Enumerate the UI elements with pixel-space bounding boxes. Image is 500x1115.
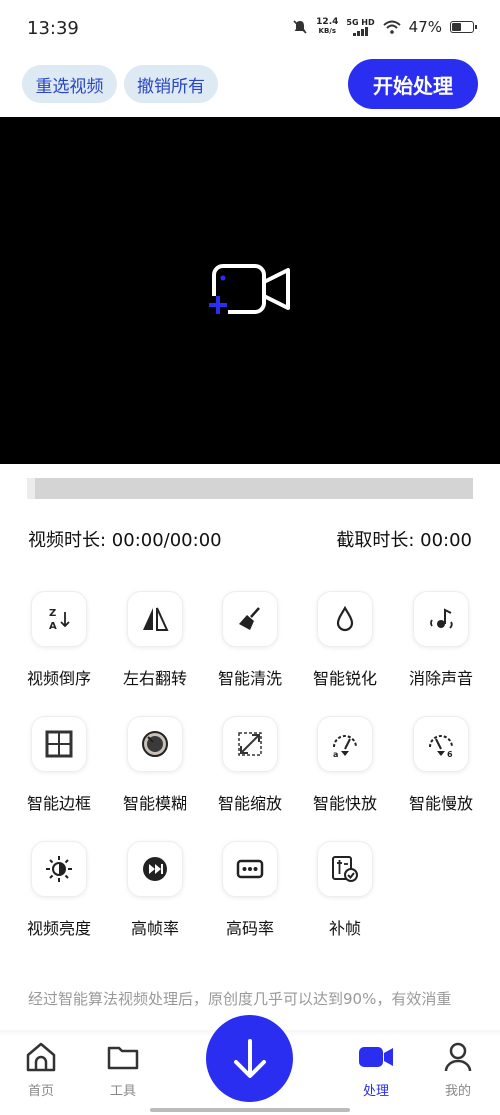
signal-bars-icon: [352, 26, 368, 36]
tool-label: 视频亮度: [26, 919, 91, 938]
tool-label: 智能快放: [312, 794, 377, 813]
tool-label: 智能慢放: [408, 794, 473, 813]
tool-label: 视频倒序: [26, 669, 91, 688]
nav-tools-label: 工具: [109, 1084, 136, 1099]
blur-lens-icon: [142, 731, 168, 757]
clip-duration: 截取时长: 00:00: [336, 530, 472, 551]
speedometer-slow-icon: 6: [429, 735, 453, 759]
download-arrow-icon: [233, 1038, 266, 1078]
wifi-icon: [382, 20, 401, 34]
status-time: 13:39: [27, 18, 79, 39]
tool-smart-clean[interactable]: 智能清洗: [205, 591, 295, 689]
nav-home[interactable]: 首页: [11, 1040, 71, 1099]
brightness-icon: [46, 856, 72, 882]
battery-percent: 47%: [408, 18, 442, 36]
tool-frame-fill[interactable]: 补帧: [300, 841, 390, 939]
svg-text:a: a: [333, 750, 338, 759]
svg-text:Z: Z: [49, 608, 56, 619]
tool-smart-slow[interactable]: 6 智能慢放: [396, 716, 486, 814]
nav-mine[interactable]: 我的: [428, 1040, 488, 1099]
tool-label: 智能边框: [26, 794, 91, 813]
net-speed: 12.4 KB/s: [316, 17, 339, 36]
speedometer-fast-icon: a: [333, 735, 357, 759]
battery-icon: [450, 21, 477, 33]
tool-label: 消除声音: [408, 669, 473, 688]
tool-label: 高帧率: [130, 919, 179, 938]
tool-label: 高码率: [225, 919, 274, 938]
tool-brightness[interactable]: 视频亮度: [14, 841, 104, 939]
add-video-icon[interactable]: [206, 262, 294, 318]
tool-label: 智能缩放: [217, 794, 282, 813]
drop-icon: [336, 605, 354, 632]
tool-smart-blur[interactable]: 智能模糊: [110, 716, 200, 814]
broom-icon: [239, 607, 260, 630]
tool-smart-zoom[interactable]: 智能缩放: [205, 716, 295, 814]
tool-flip-horizontal[interactable]: 左右翻转: [110, 591, 200, 689]
bitrate-dots-icon: [236, 859, 264, 879]
svg-text:A: A: [49, 621, 57, 632]
folder-icon: [107, 1046, 139, 1070]
timeline-handle[interactable]: [27, 478, 35, 499]
tool-high-framerate[interactable]: 高帧率: [110, 841, 200, 939]
home-indicator[interactable]: [150, 1108, 350, 1112]
nav-mine-label: 我的: [444, 1084, 471, 1099]
timeline-bar[interactable]: [27, 478, 473, 499]
svg-text:6: 6: [447, 750, 453, 759]
reselect-video-button[interactable]: 重选视频: [22, 65, 117, 103]
fast-forward-circle-icon: [143, 857, 167, 881]
nav-tools[interactable]: 工具: [93, 1040, 153, 1099]
info-text: 经过智能算法视频处理后，原创度几乎可以达到90%，有效消重: [28, 990, 452, 1008]
cell-signal: 5G HD: [346, 18, 375, 36]
video-camera-icon: [359, 1047, 393, 1067]
tool-high-bitrate[interactable]: 高码率: [205, 841, 295, 939]
frame-fill-icon: [332, 856, 358, 882]
tool-smart-sharpen[interactable]: 智能锐化: [300, 591, 390, 689]
tool-reverse-video[interactable]: Z A 视频倒序: [14, 591, 104, 689]
user-icon: [444, 1042, 472, 1072]
nav-home-label: 首页: [27, 1084, 54, 1099]
tool-smart-fast[interactable]: a 智能快放: [300, 716, 390, 814]
video-duration: 视频时长: 00:00/00:00: [28, 530, 222, 551]
status-icons: 12.4 KB/s 5G HD 47%: [292, 17, 477, 36]
nav-process-label: 处理: [362, 1084, 389, 1099]
border-frame-icon: [45, 730, 73, 758]
tool-smart-border[interactable]: 智能边框: [14, 716, 104, 814]
bell-off-icon: [293, 20, 307, 34]
mute-music-icon: [430, 608, 453, 629]
tool-label: 智能清洗: [217, 669, 282, 688]
tool-label: 补帧: [328, 919, 361, 938]
status-bar: 13:39 12.4 KB/s 5G HD 47%: [0, 0, 500, 58]
tool-label: 智能锐化: [312, 669, 377, 688]
start-processing-button[interactable]: 开始处理: [348, 59, 478, 109]
download-button[interactable]: [206, 1015, 293, 1102]
tool-label: 智能模糊: [122, 794, 187, 813]
sort-reverse-icon: Z A: [49, 608, 70, 632]
flip-horizontal-icon: [143, 607, 169, 631]
tool-label: 左右翻转: [122, 669, 187, 688]
nav-process[interactable]: 处理: [346, 1040, 406, 1099]
undo-all-button[interactable]: 撤销所有: [124, 65, 218, 103]
home-icon: [26, 1042, 56, 1072]
resize-arrows-icon: [238, 732, 262, 756]
tool-remove-sound[interactable]: 消除声音: [396, 591, 486, 689]
